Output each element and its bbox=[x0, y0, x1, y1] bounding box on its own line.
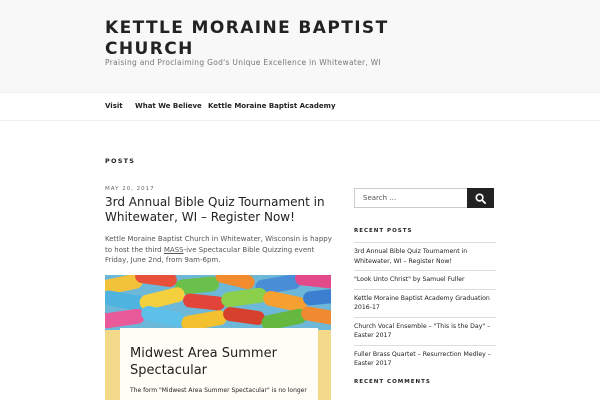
site-header: KETTLE MORAINE BAPTIST CHURCH Praising a… bbox=[0, 0, 600, 92]
site-title[interactable]: KETTLE MORAINE BAPTIST CHURCH bbox=[105, 18, 405, 60]
excerpt-mass-link[interactable]: MASS bbox=[164, 246, 184, 254]
flyer-title: Midwest Area Summer Spectacular bbox=[130, 346, 277, 378]
nav-item-visit[interactable]: Visit bbox=[105, 102, 123, 110]
recent-post-item[interactable]: 3rd Annual Bible Quiz Tournament in Whit… bbox=[354, 242, 496, 270]
candy-image bbox=[105, 275, 331, 330]
flyer-text: The form "Midwest Area Summer Spectacula… bbox=[130, 387, 307, 394]
nav-item-what-we-believe[interactable]: What We Believe bbox=[135, 102, 202, 110]
recent-comments-title: RECENT COMMENTS bbox=[354, 379, 431, 385]
post-excerpt: Kettle Moraine Baptist Church in Whitewa… bbox=[105, 234, 333, 266]
post-title[interactable]: 3rd Annual Bible Quiz Tournament in Whit… bbox=[105, 195, 330, 225]
recent-post-item[interactable]: "Look Unto Christ" by Samuel Fuller bbox=[354, 270, 496, 289]
page-heading: POSTS bbox=[105, 157, 136, 165]
main-navigation: Visit What We Believe Kettle Moraine Bap… bbox=[0, 92, 600, 121]
nav-item-academy[interactable]: Kettle Moraine Baptist Academy bbox=[208, 102, 336, 110]
site-description: Praising and Proclaiming God's Unique Ex… bbox=[105, 58, 381, 67]
search-button[interactable] bbox=[467, 188, 494, 208]
search-icon bbox=[475, 192, 486, 204]
post-date[interactable]: MAY 20, 2017 bbox=[105, 186, 155, 192]
recent-posts-list: 3rd Annual Bible Quiz Tournament in Whit… bbox=[354, 242, 496, 373]
recent-posts-title: RECENT POSTS bbox=[354, 228, 413, 234]
recent-post-item[interactable]: Fuller Brass Quartet – Resurrection Medl… bbox=[354, 344, 496, 373]
search-input[interactable] bbox=[355, 189, 467, 207]
recent-post-item[interactable]: Kettle Moraine Baptist Academy Graduatio… bbox=[354, 288, 496, 317]
recent-post-item[interactable]: Church Vocal Ensemble – "This is the Day… bbox=[354, 316, 496, 345]
post-featured-image[interactable]: Midwest Area Summer Spectacular The form… bbox=[105, 275, 331, 400]
flyer-card: Midwest Area Summer Spectacular The form… bbox=[120, 328, 318, 400]
